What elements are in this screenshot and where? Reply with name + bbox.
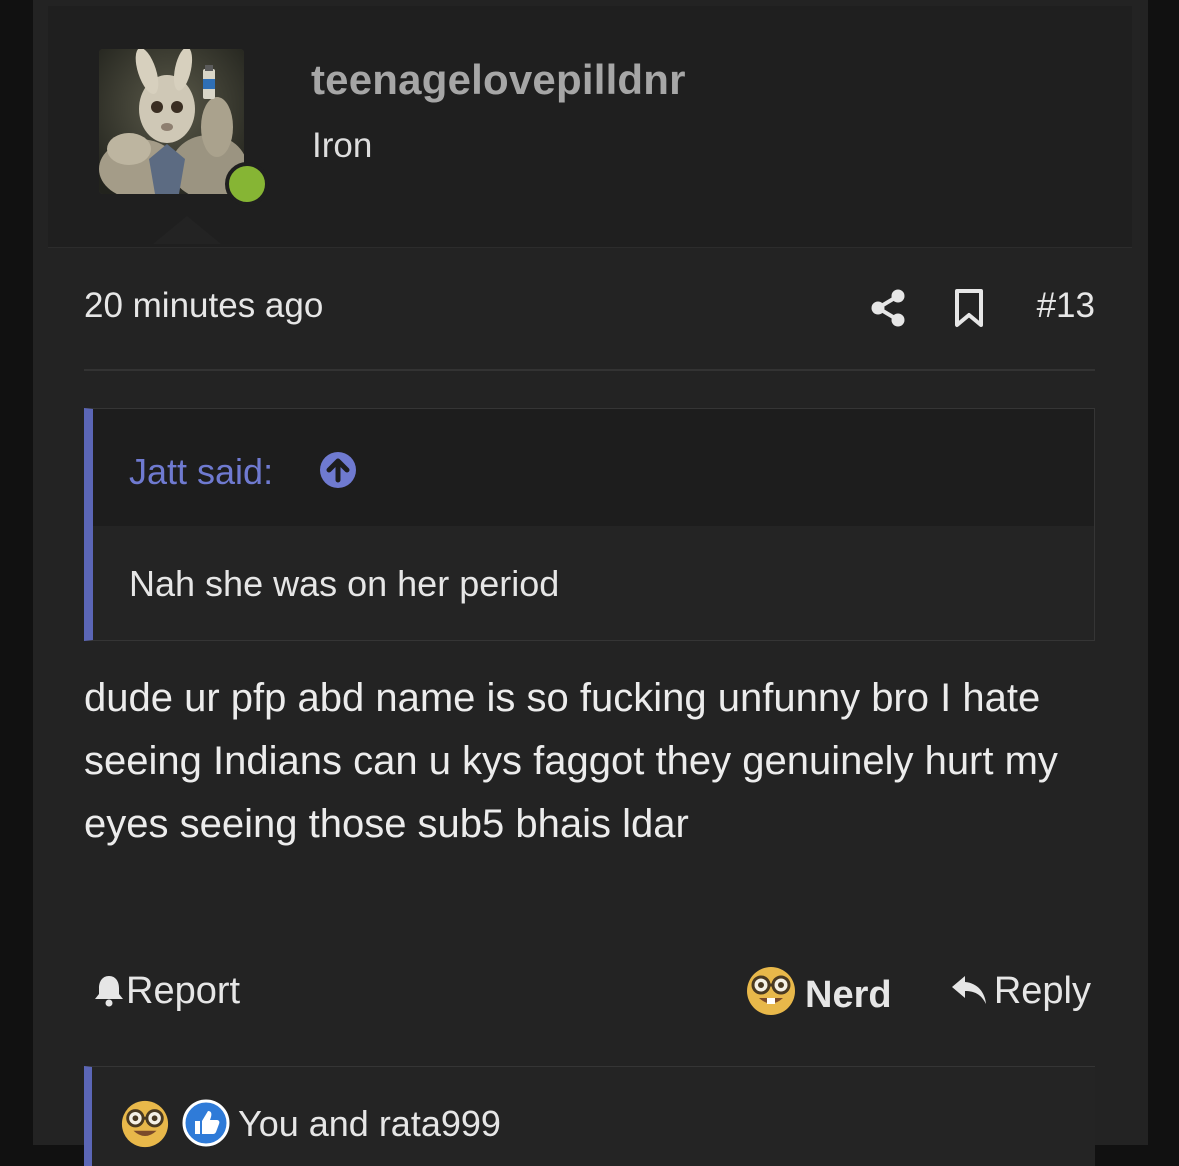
user-panel-pointer: [153, 216, 221, 244]
like-icon: [182, 1099, 230, 1147]
arrow-up-circle-icon[interactable]: [319, 451, 357, 489]
quote-text: Nah she was on her period: [129, 563, 560, 604]
username-link[interactable]: teenagelovepilldnr: [311, 56, 686, 104]
report-label: Report: [126, 970, 241, 1012]
bookmark-icon[interactable]: [952, 288, 986, 328]
share-icon[interactable]: [870, 288, 906, 328]
quote-header: Jatt said:: [93, 409, 1094, 526]
post-meta: 20 minutes ago #13: [84, 286, 1095, 332]
nerd-reaction-button[interactable]: Nerd: [745, 965, 892, 1017]
post-timestamp[interactable]: 20 minutes ago: [84, 286, 323, 326]
reactions-bar[interactable]: You and rata999: [84, 1066, 1095, 1166]
user-info-panel: teenagelovepilldnr Iron: [48, 6, 1132, 248]
nerd-label: Nerd: [805, 974, 892, 1016]
reply-icon: [951, 976, 986, 1004]
quote-author-link[interactable]: Jatt said:: [129, 451, 273, 493]
reply-button[interactable]: Reply: [950, 970, 1091, 1013]
avatar[interactable]: [99, 49, 244, 194]
divider: [84, 369, 1095, 371]
nerd-emoji-icon: [747, 967, 795, 1015]
nerd-emoji-icon: [121, 1100, 169, 1148]
reactions-text[interactable]: You and rata999: [238, 1103, 501, 1145]
quote-block: Jatt said: Nah she was on her period: [84, 408, 1095, 641]
bell-icon: [95, 976, 123, 1007]
post-actions: Report Nerd Reply: [84, 962, 1095, 1022]
reply-label: Reply: [993, 970, 1091, 1012]
online-status-icon: [225, 162, 269, 206]
report-button[interactable]: Report: [92, 970, 240, 1013]
post-number-link[interactable]: #13: [1037, 286, 1095, 326]
post-message: dude ur pfp abd name is so fucking unfun…: [84, 676, 1058, 846]
user-title: Iron: [312, 126, 373, 165]
